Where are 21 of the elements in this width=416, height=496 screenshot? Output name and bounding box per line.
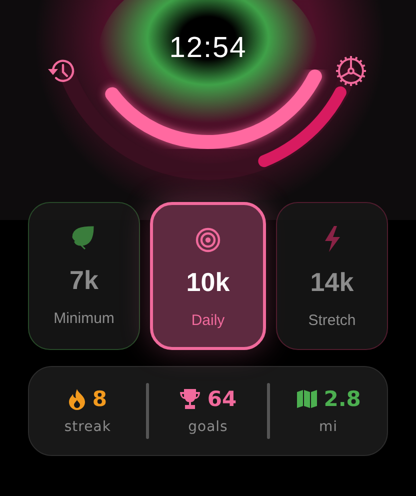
stat-label: goals [188,419,228,435]
clock-time: 12:54 [168,32,248,65]
map-icon [296,389,318,409]
goal-steps: 14k [310,267,354,298]
goal-label: Stretch [308,312,356,329]
goal-label: Minimum [54,310,114,327]
goal-option[interactable]: 10k Daily [150,202,266,350]
target-icon [195,227,221,253]
goal-option[interactable]: 7k Minimum [28,202,140,350]
goal-label: Daily [191,312,225,329]
trophy-icon [179,388,202,410]
goal-steps: 7k [70,265,98,296]
stat-label: mi [319,419,338,435]
goal-option[interactable]: 14k Stretch [276,202,388,350]
stat-label: streak [64,419,111,435]
settings-icon[interactable] [335,55,367,87]
stat-value: 64 [207,387,237,411]
flame-icon [68,388,86,410]
goal-steps: 10k [186,267,230,298]
stat-value: 2.8 [324,387,361,411]
stat-value: 8 [92,387,107,411]
